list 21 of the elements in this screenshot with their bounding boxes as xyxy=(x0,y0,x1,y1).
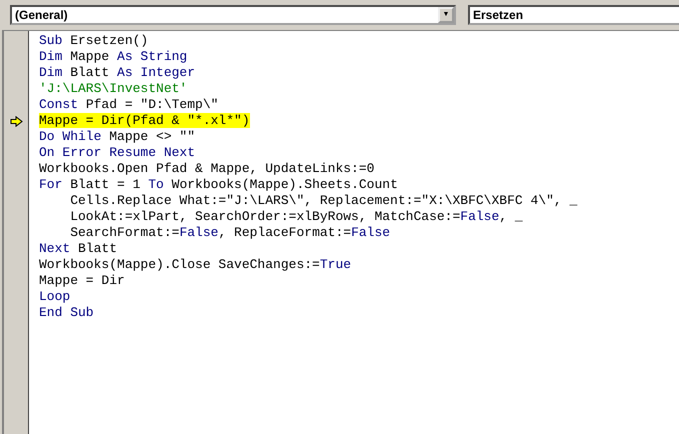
code-line: Loop xyxy=(39,289,70,304)
code-line: Const Pfad = "D:\Temp\" xyxy=(39,97,218,112)
code-line: 'J:\LARS\InvestNet' xyxy=(39,81,188,96)
procedure-dropdown[interactable]: Ersetzen xyxy=(468,5,679,25)
code-line: Dim Blatt As Integer xyxy=(39,65,196,80)
code-line: End Sub xyxy=(39,305,94,320)
dropdown-value: Ersetzen xyxy=(472,8,524,22)
code-line: SearchFormat:=False, ReplaceFormat:=False xyxy=(69,225,390,240)
code-line: Do While Mappe <> "" xyxy=(39,129,196,144)
dropdown-value: (General) xyxy=(14,8,69,22)
code-line: On Error Resume Next xyxy=(39,145,196,160)
code-line: Dim Mappe As String xyxy=(39,49,188,64)
code-line: Sub Ersetzen() xyxy=(39,33,148,48)
code-line: Mappe = Dir xyxy=(39,273,125,288)
code-line: LookAt:=xlPart, SearchOrder:=xlByRows, MatchCase:=False, _ xyxy=(69,209,523,224)
code-line: Next Blatt xyxy=(39,241,118,256)
code-line: For Blatt = 1 To Workbooks(Mappe).Sheets.Count xyxy=(39,177,398,192)
code-line: Cells.Replace What:="J:\LARS\", Replacement:="X:\XBFC\XBFC 4\", _ xyxy=(69,193,578,208)
code-editor[interactable] xyxy=(29,31,679,434)
code-line: Workbooks.Open Pfad & Mappe, UpdateLinks:=0 xyxy=(39,161,374,176)
code-line: Workbooks(Mappe).Close SaveChanges:=True xyxy=(39,257,352,272)
